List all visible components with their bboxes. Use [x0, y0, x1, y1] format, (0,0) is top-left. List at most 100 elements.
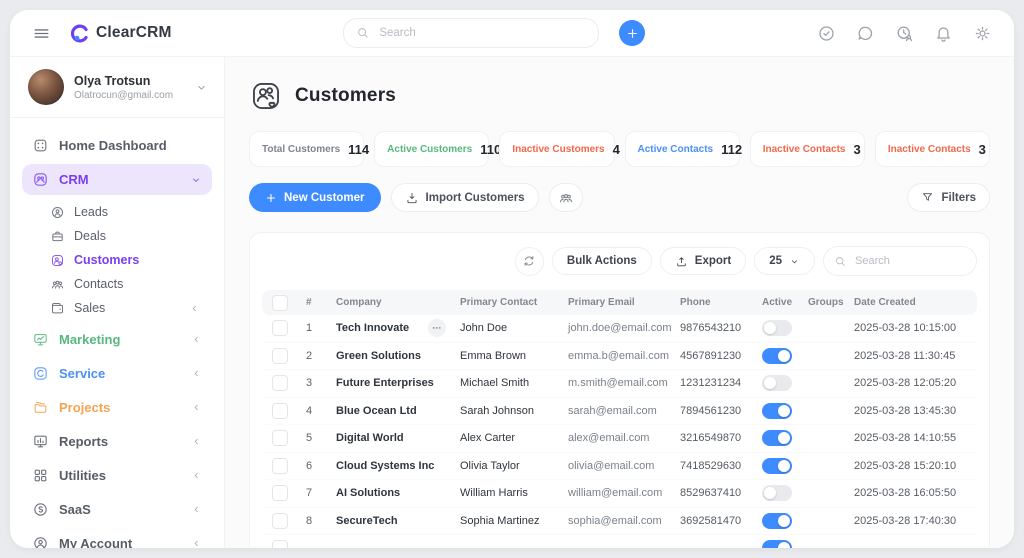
contacts-icon — [50, 277, 65, 292]
new-customer-button[interactable]: New Customer — [249, 183, 381, 212]
groups-people-button[interactable] — [549, 183, 583, 212]
filters-button[interactable]: Filters — [907, 183, 990, 212]
row-checkbox[interactable] — [272, 348, 288, 364]
select-all-checkbox[interactable] — [272, 295, 288, 311]
search-icon — [834, 255, 847, 268]
col-groups[interactable]: Groups — [808, 297, 854, 308]
download-icon — [405, 191, 419, 205]
crm-submenu: Leads Deals Customers — [22, 198, 212, 324]
stat-total-customers: Total Customers 114 — [249, 131, 364, 167]
row-checkbox[interactable] — [272, 320, 288, 336]
active-toggle[interactable] — [762, 320, 792, 336]
import-customers-button[interactable]: Import Customers — [391, 183, 539, 212]
tasks-check-icon[interactable] — [817, 24, 836, 43]
row-checkbox[interactable] — [272, 513, 288, 529]
sidebar-item-my-account[interactable]: My Account — [22, 528, 212, 548]
global-search[interactable] — [343, 18, 599, 48]
active-toggle[interactable] — [762, 403, 792, 419]
hamburger-menu-icon[interactable] — [32, 24, 51, 43]
sidebar-item-marketing[interactable]: Marketing — [22, 324, 212, 355]
user-profile[interactable]: Olya Trotsun Olatrocun@gmail.com — [10, 57, 224, 117]
stat-inactive-contacts-2: Inactive Contacts 3 — [875, 131, 990, 167]
export-button[interactable]: Export — [660, 247, 746, 275]
user-email: Olatrocun@gmail.com — [74, 90, 185, 101]
table-search[interactable] — [823, 246, 977, 276]
sidebar-item-utilities[interactable]: Utilities — [22, 460, 212, 491]
active-toggle[interactable] — [762, 485, 792, 501]
leads-icon — [50, 205, 65, 220]
page-title: Customers — [249, 79, 990, 113]
global-search-input[interactable] — [377, 26, 586, 40]
customers-icon — [50, 253, 65, 268]
active-toggle[interactable] — [762, 430, 792, 446]
col-date-created[interactable]: Date Created — [854, 297, 967, 308]
col-company[interactable]: Company — [336, 297, 460, 308]
chevron-down-icon — [190, 174, 202, 186]
active-toggle[interactable] — [762, 513, 792, 529]
sidebar-item-projects[interactable]: Projects — [22, 392, 212, 423]
row-checkbox[interactable] — [272, 458, 288, 474]
stat-active-contacts: Active Contacts 112 — [625, 131, 740, 167]
table-search-input[interactable] — [853, 254, 966, 268]
chevron-left-icon — [189, 303, 200, 314]
chat-icon[interactable] — [856, 24, 875, 43]
row-checkbox[interactable] — [272, 430, 288, 446]
row-checkbox[interactable] — [272, 485, 288, 501]
chevron-left-icon — [191, 504, 202, 515]
active-toggle[interactable] — [762, 540, 792, 548]
page-size-select[interactable]: 25 — [754, 247, 815, 275]
active-toggle[interactable] — [762, 375, 792, 391]
row-menu-button[interactable]: ⋯ — [428, 319, 446, 337]
sidebar-item-leads[interactable]: Leads — [50, 200, 212, 224]
marketing-icon — [32, 331, 49, 348]
sidebar-item-service[interactable]: Service — [22, 358, 212, 389]
col-primary-email[interactable]: Primary Email — [568, 297, 680, 308]
chevron-down-icon — [789, 256, 800, 267]
col-phone[interactable]: Phone — [680, 297, 762, 308]
customers-table-card: Bulk Actions Export 25 — [249, 232, 990, 546]
settings-gear-icon[interactable] — [973, 24, 992, 43]
quick-add-button[interactable] — [619, 20, 645, 46]
chevron-left-icon — [191, 402, 202, 413]
table-header-row: # Company Primary Contact Primary Email … — [262, 290, 977, 315]
activity-log-icon[interactable] — [895, 24, 914, 43]
table-row: 5 Digital World Alex Carter alex@email.c… — [262, 425, 977, 453]
row-checkbox[interactable] — [272, 540, 288, 548]
table-row: 6 Cloud Systems Inc Olivia Taylor olivia… — [262, 453, 977, 481]
notifications-bell-icon[interactable] — [934, 24, 953, 43]
sidebar-item-contacts[interactable]: Contacts — [50, 272, 212, 296]
sidebar-item-sales[interactable]: Sales — [50, 296, 212, 320]
sidebar-menu: Home Dashboard CRM — [10, 118, 224, 548]
search-icon — [356, 26, 370, 40]
upload-icon — [675, 255, 688, 268]
account-person-icon — [32, 535, 49, 548]
stat-inactive-customers: Inactive Customers 4 — [499, 131, 614, 167]
active-toggle[interactable] — [762, 348, 792, 364]
reports-chart-icon — [32, 433, 49, 450]
sidebar-item-home-dashboard[interactable]: Home Dashboard — [22, 130, 212, 161]
col-primary-contact[interactable]: Primary Contact — [460, 297, 568, 308]
sidebar-item-deals[interactable]: Deals — [50, 224, 212, 248]
table-controls: Bulk Actions Export 25 — [262, 246, 977, 276]
col-num[interactable]: # — [306, 297, 336, 308]
active-toggle[interactable] — [762, 458, 792, 474]
dashboard-grid-icon — [32, 137, 49, 154]
service-icon — [32, 365, 49, 382]
saas-icon — [32, 501, 49, 518]
table-row: 2 Green Solutions Emma Brown emma.b@emai… — [262, 343, 977, 371]
row-checkbox[interactable] — [272, 403, 288, 419]
sales-wallet-icon — [50, 301, 65, 316]
deals-briefcase-icon — [50, 229, 65, 244]
sidebar-item-crm[interactable]: CRM — [22, 164, 212, 195]
sidebar-item-customers[interactable]: Customers — [50, 248, 212, 272]
app-logo[interactable]: ClearCRM — [69, 23, 172, 44]
user-avatar — [28, 69, 64, 105]
chevron-left-icon — [191, 470, 202, 481]
refresh-button[interactable] — [515, 247, 544, 276]
sidebar-item-reports[interactable]: Reports — [22, 426, 212, 457]
sidebar-item-saas[interactable]: SaaS — [22, 494, 212, 525]
topbar-icons — [817, 24, 992, 43]
row-checkbox[interactable] — [272, 375, 288, 391]
col-active[interactable]: Active — [762, 297, 808, 308]
bulk-actions-button[interactable]: Bulk Actions — [552, 247, 652, 275]
